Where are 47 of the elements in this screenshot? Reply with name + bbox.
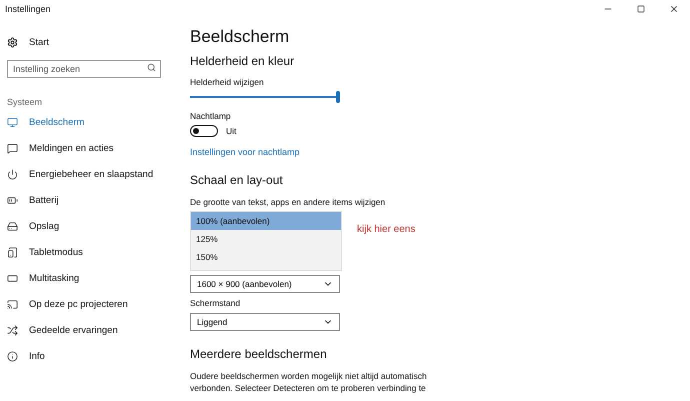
- toggle-state: Uit: [226, 126, 236, 136]
- dropdown-option[interactable]: 100% (aanbevolen): [191, 212, 341, 230]
- sidebar-item[interactable]: Energiebeheer en slaapstand: [7, 161, 182, 187]
- window-icon: [7, 272, 18, 284]
- toggle-label: Nachtlamp: [190, 111, 231, 121]
- dropdown-option[interactable]: 125%: [191, 230, 341, 248]
- home-item[interactable]: Start: [7, 29, 182, 55]
- dropdown-option[interactable]: 150%: [191, 248, 341, 266]
- gear-icon: [7, 36, 18, 48]
- crossed-arrows-icon: [7, 324, 18, 336]
- annotation-text: kijk hier eens: [357, 224, 416, 235]
- field-label: Schermstand: [190, 298, 240, 308]
- monitor-icon: [7, 116, 18, 128]
- sidebar-item[interactable]: Batterij: [7, 187, 182, 213]
- power-icon: [7, 168, 18, 180]
- toggle-switch[interactable]: [190, 125, 218, 137]
- settings-link[interactable]: Instellingen voor nachtlamp: [190, 147, 300, 157]
- section-heading: Meerdere beeldschermen: [190, 347, 327, 361]
- resolution-dropdown[interactable]: 1600 × 900 (aanbevolen): [190, 275, 340, 293]
- maximize-icon: [636, 4, 644, 12]
- section-heading: Helderheid en kleur: [190, 54, 294, 68]
- cast-icon: [7, 298, 18, 310]
- sidebar-item[interactable]: Opslag: [7, 213, 182, 239]
- field-label: De grootte van tekst, apps en andere items wijzigen: [190, 197, 386, 207]
- battery-icon: [7, 194, 18, 206]
- sidebar-item[interactable]: Info: [7, 343, 182, 369]
- speech-bubble-icon: [7, 142, 18, 154]
- close-icon: [668, 4, 678, 14]
- section-label: Systeem: [7, 97, 44, 107]
- info-icon: [7, 350, 18, 362]
- page-title: Beeldscherm: [190, 27, 290, 47]
- search-field[interactable]: Instelling zoeken: [7, 60, 161, 78]
- sidebar-item[interactable]: Tabletmodus: [7, 239, 182, 265]
- tablet-icon: [7, 246, 18, 258]
- brightness-slider[interactable]: [190, 91, 340, 103]
- sidebar-item[interactable]: Multitasking: [7, 265, 182, 291]
- section-heading: Schaal en lay-out: [190, 173, 283, 187]
- window-title: Instellingen: [5, 4, 51, 14]
- sidebar-item[interactable]: Gedeelde ervaringen: [7, 317, 182, 343]
- sidebar-item[interactable]: Beeldscherm: [7, 109, 182, 135]
- slider-label: Helderheid wijzigen: [190, 77, 264, 87]
- drive-icon: [7, 220, 18, 232]
- search-icon: [147, 63, 156, 72]
- info-paragraph: Oudere beeldschermen worden mogelijk niet altijd automatisch verbonden. Selecteer Detecteren om te proberen verbinding te: [190, 371, 428, 395]
- orientation-dropdown[interactable]: Liggend: [190, 313, 340, 331]
- sidebar-item[interactable]: Op deze pc projecteren: [7, 291, 182, 317]
- sidebar-item[interactable]: Meldingen en acties: [7, 135, 182, 161]
